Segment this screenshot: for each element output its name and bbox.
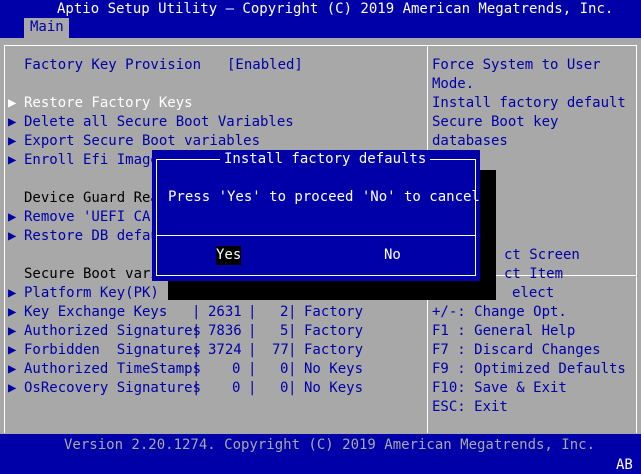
key-hint: F1 : General Help xyxy=(432,323,576,339)
key-row-name[interactable]: Key Exchange Keys xyxy=(24,303,176,322)
arrow-icon: ▶ xyxy=(8,304,17,320)
key-hint: ct Item xyxy=(504,266,564,282)
key-hint: F7 : Discard Changes xyxy=(432,342,601,358)
dialog-title: Install factory defaults xyxy=(220,150,431,169)
key-row-source: Factory xyxy=(304,342,364,358)
key-hint: elect xyxy=(512,285,555,301)
no-button[interactable]: No xyxy=(384,246,401,265)
help-text: Force System to User xyxy=(432,57,601,73)
menu-export-secure[interactable]: Export Secure Boot variables xyxy=(24,132,260,151)
arrow-icon: ▶ xyxy=(8,228,17,244)
key-row-name[interactable]: Authorized TimeStamps xyxy=(24,360,201,379)
yes-button[interactable]: Yes xyxy=(216,246,242,265)
confirm-dialog xyxy=(152,150,480,281)
help-text: Install factory default xyxy=(432,95,626,111)
arrow-icon: ▶ xyxy=(8,152,17,168)
key-row-size: 3724 xyxy=(208,342,242,358)
column-divider: | xyxy=(288,304,297,320)
key-row-source: Factory xyxy=(304,304,364,320)
menu-restore-db[interactable]: Restore DB defau xyxy=(24,227,159,246)
column-divider: | xyxy=(248,361,257,377)
key-row-size: 0 xyxy=(232,361,241,377)
dialog-border-left xyxy=(156,159,157,276)
column-divider: | xyxy=(192,361,201,377)
key-row-name[interactable]: Authorized Signatures xyxy=(24,322,201,341)
key-row-size: 2631 xyxy=(208,304,242,320)
arrow-icon: ▶ xyxy=(8,209,17,225)
key-hint: F10: Save & Exit xyxy=(432,380,567,396)
column-divider: | xyxy=(288,380,297,396)
factory-key-label[interactable]: Factory Key Provision xyxy=(24,56,201,75)
column-divider: | xyxy=(248,342,257,358)
version-text: Version 2.20.1274. Copyright (C) 2019 Am… xyxy=(64,437,596,453)
key-hint: +/-: Change Opt. xyxy=(432,304,567,320)
column-divider: | xyxy=(248,380,257,396)
key-row-name[interactable]: Forbidden Signatures xyxy=(24,341,201,360)
tab-main[interactable]: Main xyxy=(24,18,69,38)
key-row-count: 77 xyxy=(272,342,289,358)
column-divider: | xyxy=(192,342,201,358)
key-row-size: 0 xyxy=(232,380,241,396)
dialog-message: Press 'Yes' to proceed 'No' to cancel xyxy=(168,189,480,205)
column-divider: | xyxy=(192,323,201,339)
column-divider: | xyxy=(192,304,201,320)
secure-boot-vars-label: Secure Boot vari xyxy=(24,266,159,282)
column-divider: | xyxy=(192,380,201,396)
factory-key-value[interactable]: [Enabled] xyxy=(227,56,303,75)
menu-platform-key[interactable]: Platform Key(PK) xyxy=(24,284,159,303)
menu-remove-uefi[interactable]: Remove 'UEFI CA' xyxy=(24,208,159,227)
key-hint: F9 : Optimized Defaults xyxy=(432,361,626,377)
key-row-source: Factory xyxy=(304,323,364,339)
arrow-icon: ▶ xyxy=(8,342,17,358)
column-divider: | xyxy=(288,323,297,339)
arrow-icon: ▶ xyxy=(8,361,17,377)
arrow-icon: ▶ xyxy=(8,380,17,396)
menu-enroll-efi[interactable]: Enroll Efi Image xyxy=(24,151,159,170)
column-divider: | xyxy=(288,342,297,358)
arrow-icon: ▶ xyxy=(8,133,17,149)
dialog-border-bottom xyxy=(156,275,476,276)
key-hint: ct Screen xyxy=(504,247,580,263)
frame-left xyxy=(4,45,5,433)
arrow-icon: ▶ xyxy=(8,285,17,301)
column-divider: | xyxy=(248,304,257,320)
arrow-icon: ▶ xyxy=(8,323,17,339)
key-row-source: No Keys xyxy=(304,380,364,396)
key-row-name[interactable]: OsRecovery Signatures xyxy=(24,379,201,398)
menu-restore-factory-keys[interactable]: Restore Factory Keys xyxy=(24,94,193,113)
app-title: Aptio Setup Utility – Copyright (C) 2019… xyxy=(57,1,614,17)
dialog-divider xyxy=(156,235,476,236)
key-row-size: 7836 xyxy=(208,323,242,339)
column-divider: | xyxy=(248,323,257,339)
dialog-border-right xyxy=(475,159,476,276)
help-text: databases xyxy=(432,133,508,149)
arrow-icon: ▶ xyxy=(8,114,17,130)
key-hint: ESC: Exit xyxy=(432,399,508,415)
device-guard-label: Device Guard Rea xyxy=(24,190,159,206)
help-text: Mode. xyxy=(432,76,475,92)
frame-right xyxy=(636,45,637,433)
column-divider: | xyxy=(288,361,297,377)
corner-indicator: AB xyxy=(616,457,633,473)
key-row-source: No Keys xyxy=(304,361,364,377)
help-text: Secure Boot key xyxy=(432,114,559,130)
menu-delete-all[interactable]: Delete all Secure Boot Variables xyxy=(24,113,294,132)
frame-top xyxy=(4,45,636,46)
arrow-icon: ▶ xyxy=(8,95,17,111)
